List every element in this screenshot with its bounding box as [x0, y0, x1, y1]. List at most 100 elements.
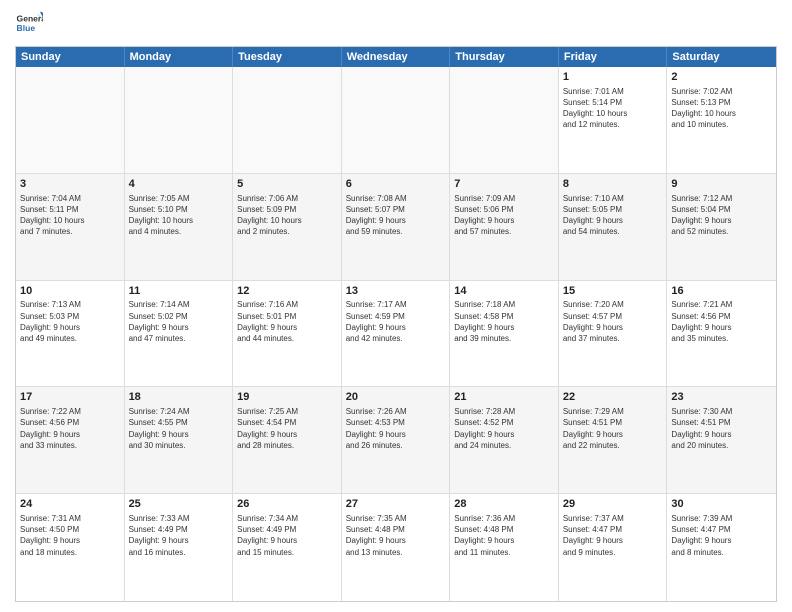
calendar-cell: 16Sunrise: 7:21 AM Sunset: 4:56 PM Dayli…: [667, 281, 776, 387]
calendar-cell: 30Sunrise: 7:39 AM Sunset: 4:47 PM Dayli…: [667, 494, 776, 601]
header-day-sunday: Sunday: [16, 47, 125, 67]
calendar-cell: [16, 67, 125, 173]
calendar-cell: [233, 67, 342, 173]
day-number: 14: [454, 284, 554, 299]
day-number: 6: [346, 177, 446, 192]
day-info: Sunrise: 7:28 AM Sunset: 4:52 PM Dayligh…: [454, 406, 554, 451]
day-info: Sunrise: 7:25 AM Sunset: 4:54 PM Dayligh…: [237, 406, 337, 451]
day-info: Sunrise: 7:37 AM Sunset: 4:47 PM Dayligh…: [563, 513, 663, 558]
svg-text:Blue: Blue: [17, 23, 36, 33]
header: General Blue: [15, 10, 777, 38]
calendar-cell: 10Sunrise: 7:13 AM Sunset: 5:03 PM Dayli…: [16, 281, 125, 387]
calendar-header: SundayMondayTuesdayWednesdayThursdayFrid…: [16, 47, 776, 67]
calendar-cell: [450, 67, 559, 173]
day-info: Sunrise: 7:04 AM Sunset: 5:11 PM Dayligh…: [20, 193, 120, 238]
day-number: 9: [671, 177, 772, 192]
day-number: 5: [237, 177, 337, 192]
header-day-wednesday: Wednesday: [342, 47, 451, 67]
day-info: Sunrise: 7:21 AM Sunset: 4:56 PM Dayligh…: [671, 299, 772, 344]
day-info: Sunrise: 7:12 AM Sunset: 5:04 PM Dayligh…: [671, 193, 772, 238]
calendar-cell: 7Sunrise: 7:09 AM Sunset: 5:06 PM Daylig…: [450, 174, 559, 280]
calendar-cell: 15Sunrise: 7:20 AM Sunset: 4:57 PM Dayli…: [559, 281, 668, 387]
calendar-cell: 4Sunrise: 7:05 AM Sunset: 5:10 PM Daylig…: [125, 174, 234, 280]
calendar-row-4: 17Sunrise: 7:22 AM Sunset: 4:56 PM Dayli…: [16, 387, 776, 494]
header-day-friday: Friday: [559, 47, 668, 67]
logo: General Blue: [15, 10, 47, 38]
day-number: 11: [129, 284, 229, 299]
day-info: Sunrise: 7:05 AM Sunset: 5:10 PM Dayligh…: [129, 193, 229, 238]
page: General Blue SundayMondayTuesdayWednesda…: [0, 0, 792, 612]
day-info: Sunrise: 7:14 AM Sunset: 5:02 PM Dayligh…: [129, 299, 229, 344]
day-info: Sunrise: 7:39 AM Sunset: 4:47 PM Dayligh…: [671, 513, 772, 558]
day-info: Sunrise: 7:31 AM Sunset: 4:50 PM Dayligh…: [20, 513, 120, 558]
day-number: 30: [671, 497, 772, 512]
day-info: Sunrise: 7:06 AM Sunset: 5:09 PM Dayligh…: [237, 193, 337, 238]
header-day-thursday: Thursday: [450, 47, 559, 67]
calendar-cell: 23Sunrise: 7:30 AM Sunset: 4:51 PM Dayli…: [667, 387, 776, 493]
day-info: Sunrise: 7:08 AM Sunset: 5:07 PM Dayligh…: [346, 193, 446, 238]
day-number: 28: [454, 497, 554, 512]
calendar-cell: 22Sunrise: 7:29 AM Sunset: 4:51 PM Dayli…: [559, 387, 668, 493]
day-number: 25: [129, 497, 229, 512]
calendar-cell: [342, 67, 451, 173]
calendar-cell: 25Sunrise: 7:33 AM Sunset: 4:49 PM Dayli…: [125, 494, 234, 601]
calendar-row-5: 24Sunrise: 7:31 AM Sunset: 4:50 PM Dayli…: [16, 494, 776, 601]
calendar-cell: 27Sunrise: 7:35 AM Sunset: 4:48 PM Dayli…: [342, 494, 451, 601]
day-info: Sunrise: 7:10 AM Sunset: 5:05 PM Dayligh…: [563, 193, 663, 238]
calendar: SundayMondayTuesdayWednesdayThursdayFrid…: [15, 46, 777, 602]
day-info: Sunrise: 7:24 AM Sunset: 4:55 PM Dayligh…: [129, 406, 229, 451]
calendar-cell: 11Sunrise: 7:14 AM Sunset: 5:02 PM Dayli…: [125, 281, 234, 387]
calendar-cell: 24Sunrise: 7:31 AM Sunset: 4:50 PM Dayli…: [16, 494, 125, 601]
day-number: 27: [346, 497, 446, 512]
calendar-cell: 5Sunrise: 7:06 AM Sunset: 5:09 PM Daylig…: [233, 174, 342, 280]
day-number: 4: [129, 177, 229, 192]
calendar-cell: 21Sunrise: 7:28 AM Sunset: 4:52 PM Dayli…: [450, 387, 559, 493]
day-info: Sunrise: 7:26 AM Sunset: 4:53 PM Dayligh…: [346, 406, 446, 451]
calendar-row-3: 10Sunrise: 7:13 AM Sunset: 5:03 PM Dayli…: [16, 281, 776, 388]
calendar-cell: 9Sunrise: 7:12 AM Sunset: 5:04 PM Daylig…: [667, 174, 776, 280]
calendar-cell: 8Sunrise: 7:10 AM Sunset: 5:05 PM Daylig…: [559, 174, 668, 280]
day-info: Sunrise: 7:17 AM Sunset: 4:59 PM Dayligh…: [346, 299, 446, 344]
day-info: Sunrise: 7:34 AM Sunset: 4:49 PM Dayligh…: [237, 513, 337, 558]
calendar-row-1: 1Sunrise: 7:01 AM Sunset: 5:14 PM Daylig…: [16, 67, 776, 174]
day-info: Sunrise: 7:18 AM Sunset: 4:58 PM Dayligh…: [454, 299, 554, 344]
calendar-cell: 28Sunrise: 7:36 AM Sunset: 4:48 PM Dayli…: [450, 494, 559, 601]
header-day-monday: Monday: [125, 47, 234, 67]
day-info: Sunrise: 7:01 AM Sunset: 5:14 PM Dayligh…: [563, 86, 663, 131]
calendar-cell: 13Sunrise: 7:17 AM Sunset: 4:59 PM Dayli…: [342, 281, 451, 387]
calendar-cell: 18Sunrise: 7:24 AM Sunset: 4:55 PM Dayli…: [125, 387, 234, 493]
calendar-cell: 1Sunrise: 7:01 AM Sunset: 5:14 PM Daylig…: [559, 67, 668, 173]
day-info: Sunrise: 7:22 AM Sunset: 4:56 PM Dayligh…: [20, 406, 120, 451]
calendar-cell: 12Sunrise: 7:16 AM Sunset: 5:01 PM Dayli…: [233, 281, 342, 387]
calendar-cell: 29Sunrise: 7:37 AM Sunset: 4:47 PM Dayli…: [559, 494, 668, 601]
calendar-row-2: 3Sunrise: 7:04 AM Sunset: 5:11 PM Daylig…: [16, 174, 776, 281]
header-day-saturday: Saturday: [667, 47, 776, 67]
day-number: 1: [563, 70, 663, 85]
day-number: 7: [454, 177, 554, 192]
day-number: 18: [129, 390, 229, 405]
calendar-cell: 17Sunrise: 7:22 AM Sunset: 4:56 PM Dayli…: [16, 387, 125, 493]
day-info: Sunrise: 7:35 AM Sunset: 4:48 PM Dayligh…: [346, 513, 446, 558]
day-info: Sunrise: 7:36 AM Sunset: 4:48 PM Dayligh…: [454, 513, 554, 558]
day-info: Sunrise: 7:13 AM Sunset: 5:03 PM Dayligh…: [20, 299, 120, 344]
day-number: 20: [346, 390, 446, 405]
calendar-cell: 2Sunrise: 7:02 AM Sunset: 5:13 PM Daylig…: [667, 67, 776, 173]
calendar-body: 1Sunrise: 7:01 AM Sunset: 5:14 PM Daylig…: [16, 67, 776, 601]
day-number: 15: [563, 284, 663, 299]
calendar-cell: 20Sunrise: 7:26 AM Sunset: 4:53 PM Dayli…: [342, 387, 451, 493]
logo-icon: General Blue: [15, 10, 43, 38]
calendar-cell: 6Sunrise: 7:08 AM Sunset: 5:07 PM Daylig…: [342, 174, 451, 280]
day-number: 22: [563, 390, 663, 405]
day-info: Sunrise: 7:30 AM Sunset: 4:51 PM Dayligh…: [671, 406, 772, 451]
day-number: 19: [237, 390, 337, 405]
day-number: 3: [20, 177, 120, 192]
day-info: Sunrise: 7:29 AM Sunset: 4:51 PM Dayligh…: [563, 406, 663, 451]
day-info: Sunrise: 7:02 AM Sunset: 5:13 PM Dayligh…: [671, 86, 772, 131]
day-info: Sunrise: 7:09 AM Sunset: 5:06 PM Dayligh…: [454, 193, 554, 238]
day-number: 21: [454, 390, 554, 405]
day-number: 24: [20, 497, 120, 512]
day-number: 23: [671, 390, 772, 405]
day-info: Sunrise: 7:16 AM Sunset: 5:01 PM Dayligh…: [237, 299, 337, 344]
day-info: Sunrise: 7:33 AM Sunset: 4:49 PM Dayligh…: [129, 513, 229, 558]
day-number: 29: [563, 497, 663, 512]
